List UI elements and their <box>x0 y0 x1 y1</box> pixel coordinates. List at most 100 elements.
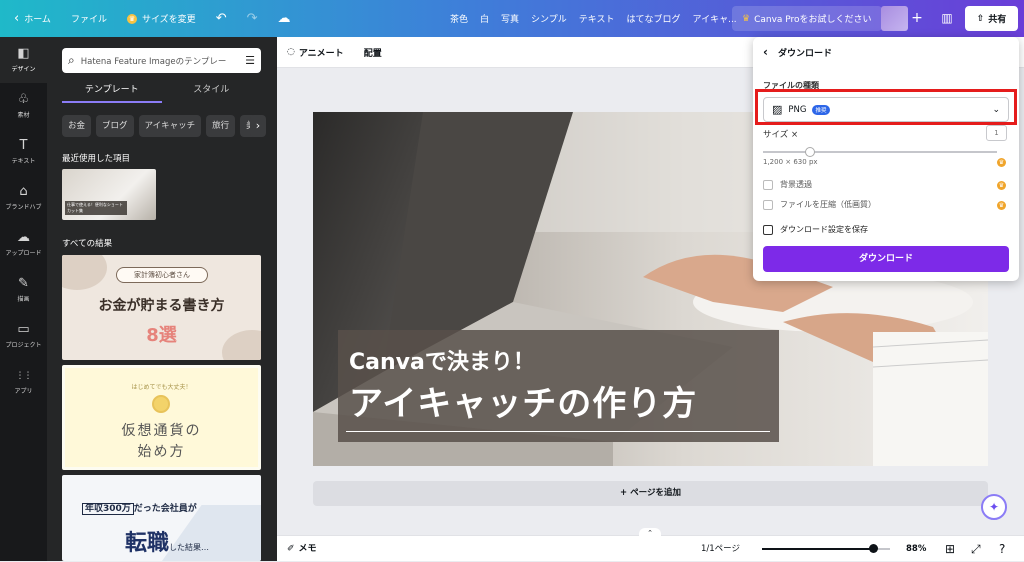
zoom-slider[interactable] <box>762 544 890 553</box>
keyword-tag[interactable]: 白 <box>480 12 489 25</box>
cloud-save-button[interactable]: ☁ <box>268 0 301 37</box>
fullscreen-button[interactable]: ⤢ <box>971 536 981 562</box>
apps-icon: ⋮⋮ <box>15 371 33 381</box>
title-line-2[interactable]: アイキャッチの作り方 <box>349 376 697 425</box>
keyword-tag[interactable]: 茶色 <box>450 12 468 25</box>
bottom-bar: ⌃ ✐ メモ 1/1ページ 88% ⊞ ⤢ ? <box>277 528 1024 562</box>
help-button[interactable]: ? <box>999 536 1005 562</box>
upload-icon: ⇧ <box>976 13 985 24</box>
size-slider[interactable] <box>763 151 997 153</box>
checkbox[interactable] <box>763 224 773 235</box>
chips-next-button[interactable]: › <box>250 115 266 137</box>
decor-blob <box>62 255 107 290</box>
grid-view-button[interactable]: ⊞ <box>945 536 955 562</box>
template-panel: ⌕ Hatena Feature Imageのテンプレー ☰ テンプレート スタ… <box>47 37 277 561</box>
chip[interactable]: アイキャッチ <box>138 115 202 137</box>
download-header: ‹ ダウンロード <box>763 45 832 59</box>
redo-button[interactable]: ↷ <box>237 0 268 37</box>
file-menu[interactable]: ファイル <box>61 0 117 37</box>
folder-icon: ▭ <box>17 322 30 337</box>
save-settings-option[interactable]: ダウンロード設定を保存 <box>763 224 868 235</box>
recent-thumbnail-caption: 仕事で使える！便利なショートカット集 <box>65 201 127 215</box>
tab-templates[interactable]: テンプレート <box>62 81 162 103</box>
expand-pages-button[interactable]: ⌃ <box>639 528 661 538</box>
keyword-tag[interactable]: 写真 <box>501 12 519 25</box>
size-slider-knob[interactable] <box>805 147 815 157</box>
insights-button[interactable]: ▥ <box>934 6 960 31</box>
crown-icon: ♛ <box>126 13 137 24</box>
magic-assistant-button[interactable]: ✦ <box>981 494 1007 520</box>
top-bar: ‹ ホーム ファイル ♛ サイズを変更 ↶ ↷ ☁ 茶色 白 写真 シンプル テ… <box>0 0 1024 37</box>
nav-design[interactable]: ◧ デザイン <box>0 37 47 83</box>
nav-brand[interactable]: ⌂ ブランドハブ <box>0 175 47 221</box>
add-page-button[interactable]: + ページを追加 <box>313 481 988 506</box>
template-title: 始め方 <box>137 444 186 460</box>
chip[interactable]: 旅行 <box>206 115 236 137</box>
dimensions-text: 1,200 × 630 px <box>763 158 818 166</box>
home-button[interactable]: ‹ ホーム <box>0 0 61 37</box>
cloud-icon: ☁ <box>277 11 291 26</box>
template-card[interactable]: 年収300万 だった会社員が 転職した結果… <box>62 475 261 561</box>
page-counter[interactable]: 1/1ページ <box>701 536 740 562</box>
size-input[interactable]: 1 <box>986 125 1007 141</box>
avatar[interactable] <box>881 6 908 31</box>
recent-design-thumbnail[interactable]: 仕事で使える！便利なショートカット集 <box>62 169 156 220</box>
chip[interactable]: お金 <box>62 115 92 137</box>
size-label: サイズ × <box>763 130 799 140</box>
zoom-level[interactable]: 88% <box>906 536 926 562</box>
chip[interactable]: ブログ <box>96 115 134 137</box>
keyword-tag[interactable]: テキスト <box>579 12 615 25</box>
keyword-tag[interactable]: シンプル <box>531 12 567 25</box>
search-input[interactable]: ⌕ Hatena Feature Imageのテンプレー ☰ <box>62 48 261 73</box>
template-subtitle: 年収300万 だった会社員が <box>82 501 197 515</box>
resize-button[interactable]: ♛ サイズを変更 <box>117 0 206 37</box>
canva-pro-button[interactable]: ♛ Canva Proをお試しください <box>732 6 882 31</box>
share-button[interactable]: ⇧ 共有 <box>965 6 1018 31</box>
title-line-1[interactable]: Canvaで決まり！ <box>349 344 535 376</box>
template-title: 転職した結果… <box>125 531 210 556</box>
template-subtitle: はじめてでも大丈夫！ <box>131 384 192 391</box>
nav-elements[interactable]: ♧ 素材 <box>0 83 47 129</box>
bar-chart-icon: ▥ <box>941 11 953 25</box>
title-text-box[interactable]: Canvaで決まり！ アイキャッチの作り方 <box>338 330 779 442</box>
nav-upload[interactable]: ☁ アップロード <box>0 221 47 267</box>
animate-button[interactable]: ◌ アニメート <box>287 46 344 59</box>
nav-text[interactable]: T テキスト <box>0 129 47 175</box>
notes-icon: ✐ <box>287 544 295 554</box>
template-title: お金が貯まる書き方 <box>98 298 225 314</box>
search-icon: ⌕ <box>68 53 75 67</box>
highlight-box <box>755 89 1017 125</box>
text-icon: T <box>19 138 28 153</box>
download-button[interactable]: ダウンロード <box>763 246 1009 272</box>
pro-crown-icon: ♛ <box>997 158 1006 167</box>
help-icon: ? <box>999 542 1006 556</box>
transparent-bg-option[interactable]: 背景透過 <box>763 179 812 190</box>
animate-icon: ◌ <box>287 47 295 57</box>
fullscreen-icon: ⤢ <box>971 542 981 556</box>
template-card[interactable]: はじめてでも大丈夫！ 仮想通貨の 始め方 <box>62 365 261 470</box>
keyword-tag[interactable]: はてなブログ <box>627 12 681 25</box>
filter-icon[interactable]: ☰ <box>245 54 255 67</box>
notes-button[interactable]: ✐ メモ <box>287 536 317 562</box>
undo-button[interactable]: ↶ <box>206 0 237 37</box>
add-collaborator-button[interactable]: + <box>908 6 926 31</box>
keyword-tag[interactable]: アイキャ... <box>693 12 737 25</box>
side-nav: ◧ デザイン ♧ 素材 T テキスト ⌂ ブランドハブ ☁ アップロード ✎ 描画 ▭ プロジ… <box>0 37 47 561</box>
draw-icon: ✎ <box>18 276 29 291</box>
nav-apps[interactable]: ⋮⋮ アプリ <box>0 359 47 405</box>
design-icon: ◧ <box>17 46 30 61</box>
template-card[interactable]: 家計簿初心者さん お金が貯まる書き方 8選 <box>62 255 261 360</box>
brand-icon: ⌂ <box>19 184 28 199</box>
checkbox[interactable] <box>763 199 773 210</box>
zoom-slider-knob[interactable] <box>868 544 878 553</box>
nav-draw[interactable]: ✎ 描画 <box>0 267 47 313</box>
position-button[interactable]: 配置 <box>364 46 382 59</box>
category-chips: お金 ブログ アイキャッチ 旅行 美 <box>62 115 272 137</box>
tab-styles[interactable]: スタイル <box>162 81 262 103</box>
panel-tabs: テンプレート スタイル <box>62 81 261 103</box>
back-icon[interactable]: ‹ <box>763 45 768 59</box>
compress-option[interactable]: ファイルを圧縮（低画質） <box>763 199 876 210</box>
checkbox[interactable] <box>763 179 773 190</box>
nav-projects[interactable]: ▭ プロジェクト <box>0 313 47 359</box>
crown-icon: ♛ <box>742 13 751 24</box>
